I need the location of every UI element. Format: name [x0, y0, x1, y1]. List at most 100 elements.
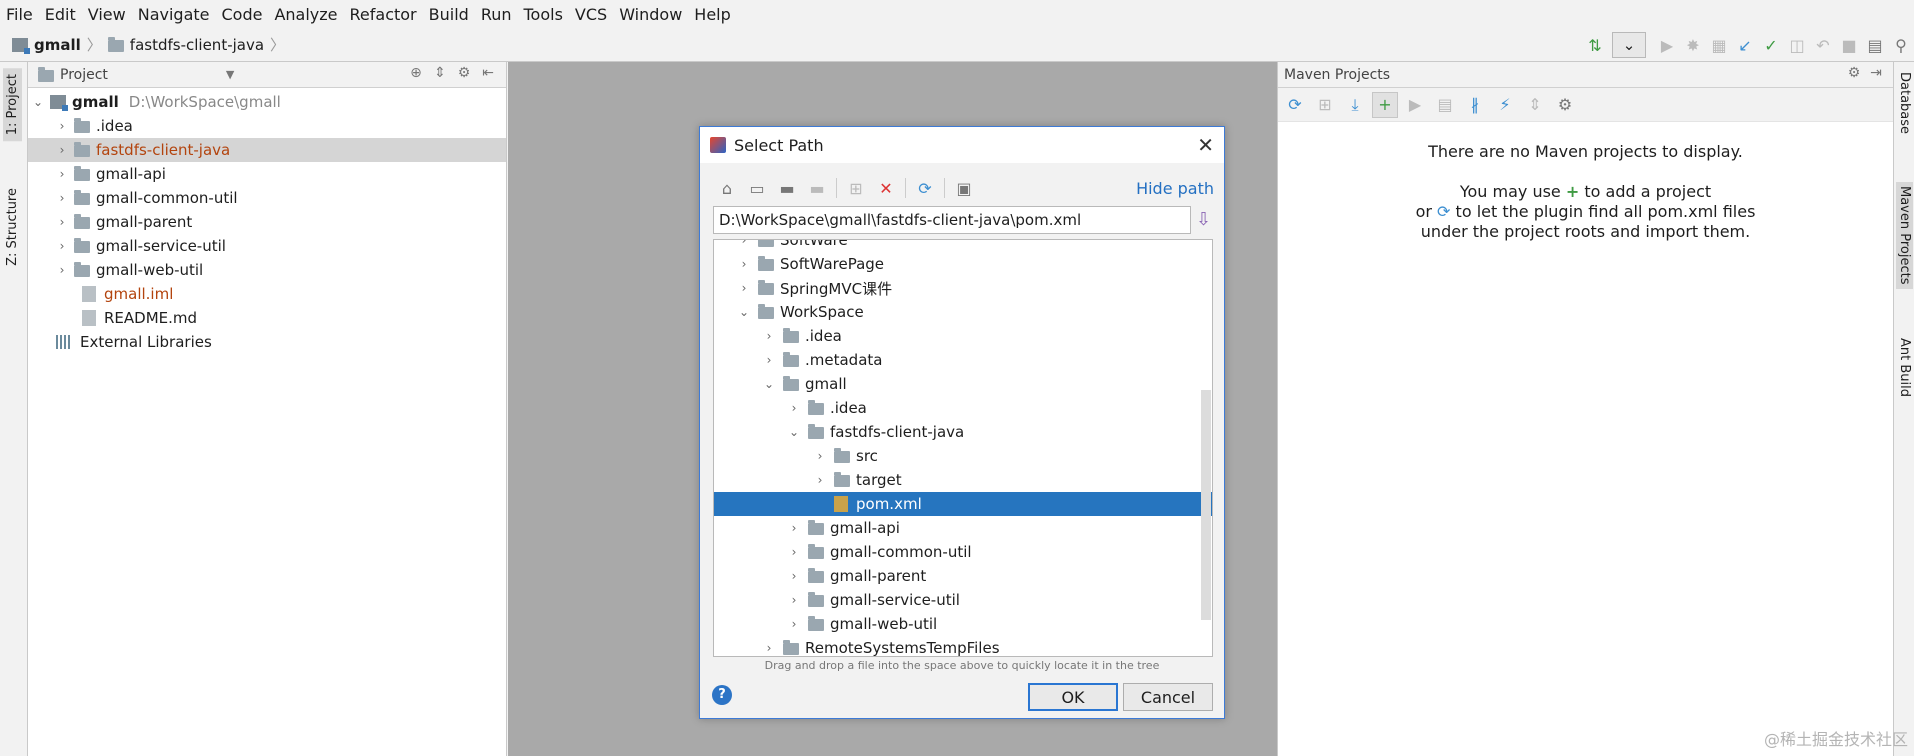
search-icon[interactable]: ⚲	[1888, 32, 1914, 58]
run-maven-icon[interactable]: ▶	[1402, 92, 1428, 118]
tree-row[interactable]: › gmall-service-util	[714, 588, 1212, 612]
path-history-icon[interactable]: ⇩	[1196, 209, 1216, 231]
tree-row[interactable]: › SoftWare	[714, 240, 1212, 252]
chevron-right-icon[interactable]: ›	[736, 281, 752, 295]
execute-goal-icon[interactable]: ▤	[1432, 92, 1458, 118]
home-icon[interactable]: ⌂	[712, 175, 742, 201]
tree-scrollbar[interactable]	[1201, 390, 1211, 620]
debug-icon[interactable]: ✸	[1680, 32, 1706, 58]
menu-tools[interactable]: Tools	[524, 5, 563, 24]
toggle-offline-icon[interactable]: ∦	[1462, 92, 1488, 118]
project-folder-icon[interactable]: ▬	[772, 175, 802, 201]
collapse-all-icon[interactable]: ⇕	[428, 65, 452, 81]
menu-file[interactable]: File	[6, 5, 33, 24]
breadcrumb-module[interactable]: fastdfs-client-java	[130, 36, 264, 54]
vcs-revert-icon[interactable]: ↶	[1810, 32, 1836, 58]
menu-vcs[interactable]: VCS	[575, 5, 607, 24]
project-panel-title[interactable]: Project	[60, 67, 108, 83]
chevron-right-icon[interactable]: ›	[761, 353, 777, 367]
vcs-commit-icon[interactable]: ✓	[1758, 32, 1784, 58]
tree-row[interactable]: › .idea	[714, 396, 1212, 420]
tree-row[interactable]: README.md	[28, 306, 506, 330]
cancel-button[interactable]: Cancel	[1123, 683, 1213, 711]
chevron-right-icon[interactable]: ›	[812, 473, 828, 487]
new-folder-icon[interactable]: ⊞	[841, 175, 871, 201]
tree-row-root[interactable]: ⌄ gmall D:\WorkSpace\gmall	[28, 90, 506, 114]
gear-icon[interactable]: ⚙	[1843, 65, 1865, 81]
chevron-right-icon[interactable]: ›	[54, 119, 70, 133]
maven-settings-icon[interactable]: ⚙	[1552, 92, 1578, 118]
tab-project[interactable]: 1: Project	[3, 68, 22, 142]
tree-row[interactable]: › .idea	[714, 324, 1212, 348]
gear-icon[interactable]: ⚙	[452, 65, 476, 81]
tree-row[interactable]: › gmall-common-util	[28, 186, 506, 210]
tree-row[interactable]: › gmall-web-util	[714, 612, 1212, 636]
chevron-right-icon[interactable]: ›	[54, 239, 70, 253]
tree-row[interactable]: › .idea	[28, 114, 506, 138]
chevron-right-icon[interactable]: ›	[736, 240, 752, 247]
run-config-dropdown[interactable]: ⌄	[1612, 32, 1646, 58]
tree-row[interactable]: › target	[714, 468, 1212, 492]
help-icon[interactable]: ?	[712, 685, 732, 705]
tree-row[interactable]: › gmall-api	[28, 162, 506, 186]
tree-row[interactable]: › .metadata	[714, 348, 1212, 372]
tree-row[interactable]: › gmall-parent	[28, 210, 506, 234]
menu-build[interactable]: Build	[429, 5, 469, 24]
tab-database[interactable]: Database	[1896, 68, 1913, 138]
hide-panel-icon[interactable]: ⇤	[476, 65, 500, 81]
tree-row[interactable]: › SpringMVC课件	[714, 276, 1212, 300]
menu-refactor[interactable]: Refactor	[350, 5, 417, 24]
menu-analyze[interactable]: Analyze	[274, 5, 337, 24]
breadcrumb-project[interactable]: gmall	[34, 36, 81, 54]
menu-window[interactable]: Window	[619, 5, 682, 24]
path-input[interactable]: D:\WorkSpace\gmall\fastdfs-client-java\p…	[713, 206, 1191, 234]
chevron-right-icon[interactable]: ›	[812, 449, 828, 463]
tree-row[interactable]: ⌄ WorkSpace	[714, 300, 1212, 324]
vcs-compare-icon[interactable]: ◫	[1784, 32, 1810, 58]
build-icon[interactable]: ⇅	[1582, 32, 1608, 58]
chevron-down-icon[interactable]: ⌄	[30, 95, 46, 109]
desktop-icon[interactable]: ▭	[742, 175, 772, 201]
tab-structure[interactable]: Z: Structure	[3, 182, 22, 272]
tab-ant-build[interactable]: Ant Build	[1896, 334, 1913, 401]
generate-sources-icon[interactable]: ⊞	[1312, 92, 1338, 118]
show-hidden-icon[interactable]: ▣	[949, 175, 979, 201]
chevron-right-icon[interactable]: ›	[54, 167, 70, 181]
stop-icon[interactable]: ■	[1836, 32, 1862, 58]
chevron-right-icon[interactable]: ›	[786, 521, 802, 535]
menu-edit[interactable]: Edit	[45, 5, 76, 24]
run-icon[interactable]: ▶	[1654, 32, 1680, 58]
tree-row[interactable]: › SoftWarePage	[714, 252, 1212, 276]
hide-path-link[interactable]: Hide path	[1136, 179, 1214, 198]
tree-row[interactable]: gmall.iml	[28, 282, 506, 306]
chevron-right-icon[interactable]: ›	[736, 257, 752, 271]
tree-row-selected[interactable]: pom.xml	[714, 492, 1212, 516]
refresh-icon[interactable]: ⟳	[910, 175, 940, 201]
tree-row[interactable]: › gmall-common-util	[714, 540, 1212, 564]
chevron-right-icon[interactable]: ›	[786, 401, 802, 415]
tree-row[interactable]: ⌄ gmall	[714, 372, 1212, 396]
chevron-right-icon[interactable]: ›	[786, 593, 802, 607]
chevron-down-icon[interactable]: ⌄	[736, 305, 752, 319]
chevron-right-icon[interactable]: ›	[54, 143, 70, 157]
chevron-right-icon[interactable]: ›	[761, 329, 777, 343]
project-structure-icon[interactable]: ▤	[1862, 32, 1888, 58]
tree-row[interactable]: › gmall-service-util	[28, 234, 506, 258]
chevron-down-icon[interactable]: ⌄	[761, 377, 777, 391]
coverage-icon[interactable]: ▦	[1706, 32, 1732, 58]
collapse-all-icon[interactable]: ⇕	[1522, 92, 1548, 118]
menu-help[interactable]: Help	[694, 5, 730, 24]
delete-icon[interactable]: ✕	[871, 175, 901, 201]
chevron-right-icon[interactable]: ›	[54, 191, 70, 205]
menu-code[interactable]: Code	[222, 5, 263, 24]
tree-row[interactable]: External Libraries	[28, 330, 506, 354]
chevron-down-icon[interactable]: ▼	[226, 68, 234, 81]
chevron-right-icon[interactable]: ›	[54, 215, 70, 229]
module-folder-icon[interactable]: ▬	[802, 175, 832, 201]
menu-navigate[interactable]: Navigate	[138, 5, 210, 24]
chevron-right-icon[interactable]: ›	[54, 263, 70, 277]
chevron-right-icon[interactable]: ›	[786, 569, 802, 583]
skip-tests-icon[interactable]: ⚡	[1492, 92, 1518, 118]
tree-row-selected[interactable]: › fastdfs-client-java	[28, 138, 506, 162]
menu-run[interactable]: Run	[481, 5, 512, 24]
